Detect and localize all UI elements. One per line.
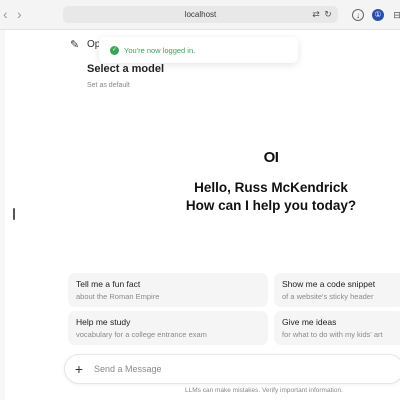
disclaimer-text: LLMs can make mistakes. Verify important…	[185, 387, 343, 394]
browser-toolbar: ‹ › localhost ⇄ ↻ ↓ ① ⊟	[0, 0, 400, 30]
suggestion-card[interactable]: Help me study vocabulary for a college e…	[68, 311, 268, 345]
forward-arrow-icon[interactable]: ›	[17, 6, 22, 22]
suggestion-subtitle: of a website's sticky header	[282, 292, 374, 301]
translate-icon[interactable]: ⇄	[310, 8, 322, 20]
model-selector[interactable]: Select a model	[87, 63, 164, 75]
pencil-square-icon[interactable]: ✎	[70, 38, 79, 51]
plus-icon[interactable]: +	[69, 359, 89, 379]
greeting-line-1: Hello, Russ McKendrick	[194, 180, 348, 195]
password-manager-icon[interactable]: ①	[372, 9, 384, 21]
app-logo: OI	[263, 149, 279, 166]
suggestion-title: Tell me a fun fact	[76, 279, 141, 289]
back-arrow-icon[interactable]: ‹	[3, 6, 8, 22]
greeting-line-2: How can I help you today?	[185, 198, 357, 213]
check-circle-icon: ✓	[110, 45, 119, 55]
set-default-link[interactable]: Set as default	[87, 82, 130, 89]
suggestion-card[interactable]: Show me a code snippet of a website's st…	[274, 273, 400, 307]
url-text: localhost	[184, 10, 217, 19]
suggestion-subtitle: about the Roman Empire	[76, 292, 160, 301]
suggestion-title: Help me study	[76, 317, 131, 327]
suggestion-card[interactable]: Tell me a fun fact about the Roman Empir…	[68, 273, 268, 307]
extension-icon[interactable]: ⊟	[391, 9, 400, 21]
suggestion-title: Give me ideas	[282, 317, 337, 327]
suggestion-card[interactable]: Give me ideas for what to do with my kid…	[274, 311, 400, 345]
toast-message: You're now logged in.	[124, 45, 196, 55]
greeting: Hello, Russ McKendrick How can I help yo…	[140, 179, 400, 215]
reload-icon[interactable]: ↻	[322, 8, 334, 20]
sidebar-toggle-handle[interactable]	[13, 208, 15, 220]
suggestion-subtitle: vocabulary for a college entrance exam	[76, 330, 207, 339]
message-input[interactable]	[94, 362, 394, 376]
download-icon[interactable]: ↓	[352, 9, 364, 21]
login-toast: ✓ You're now logged in.	[99, 37, 298, 63]
suggestion-subtitle: for what to do with my kids' art	[282, 330, 383, 339]
sidebar-edge	[0, 30, 5, 400]
suggestion-title: Show me a code snippet	[282, 279, 376, 289]
address-bar[interactable]: localhost ⇄ ↻	[63, 6, 338, 23]
